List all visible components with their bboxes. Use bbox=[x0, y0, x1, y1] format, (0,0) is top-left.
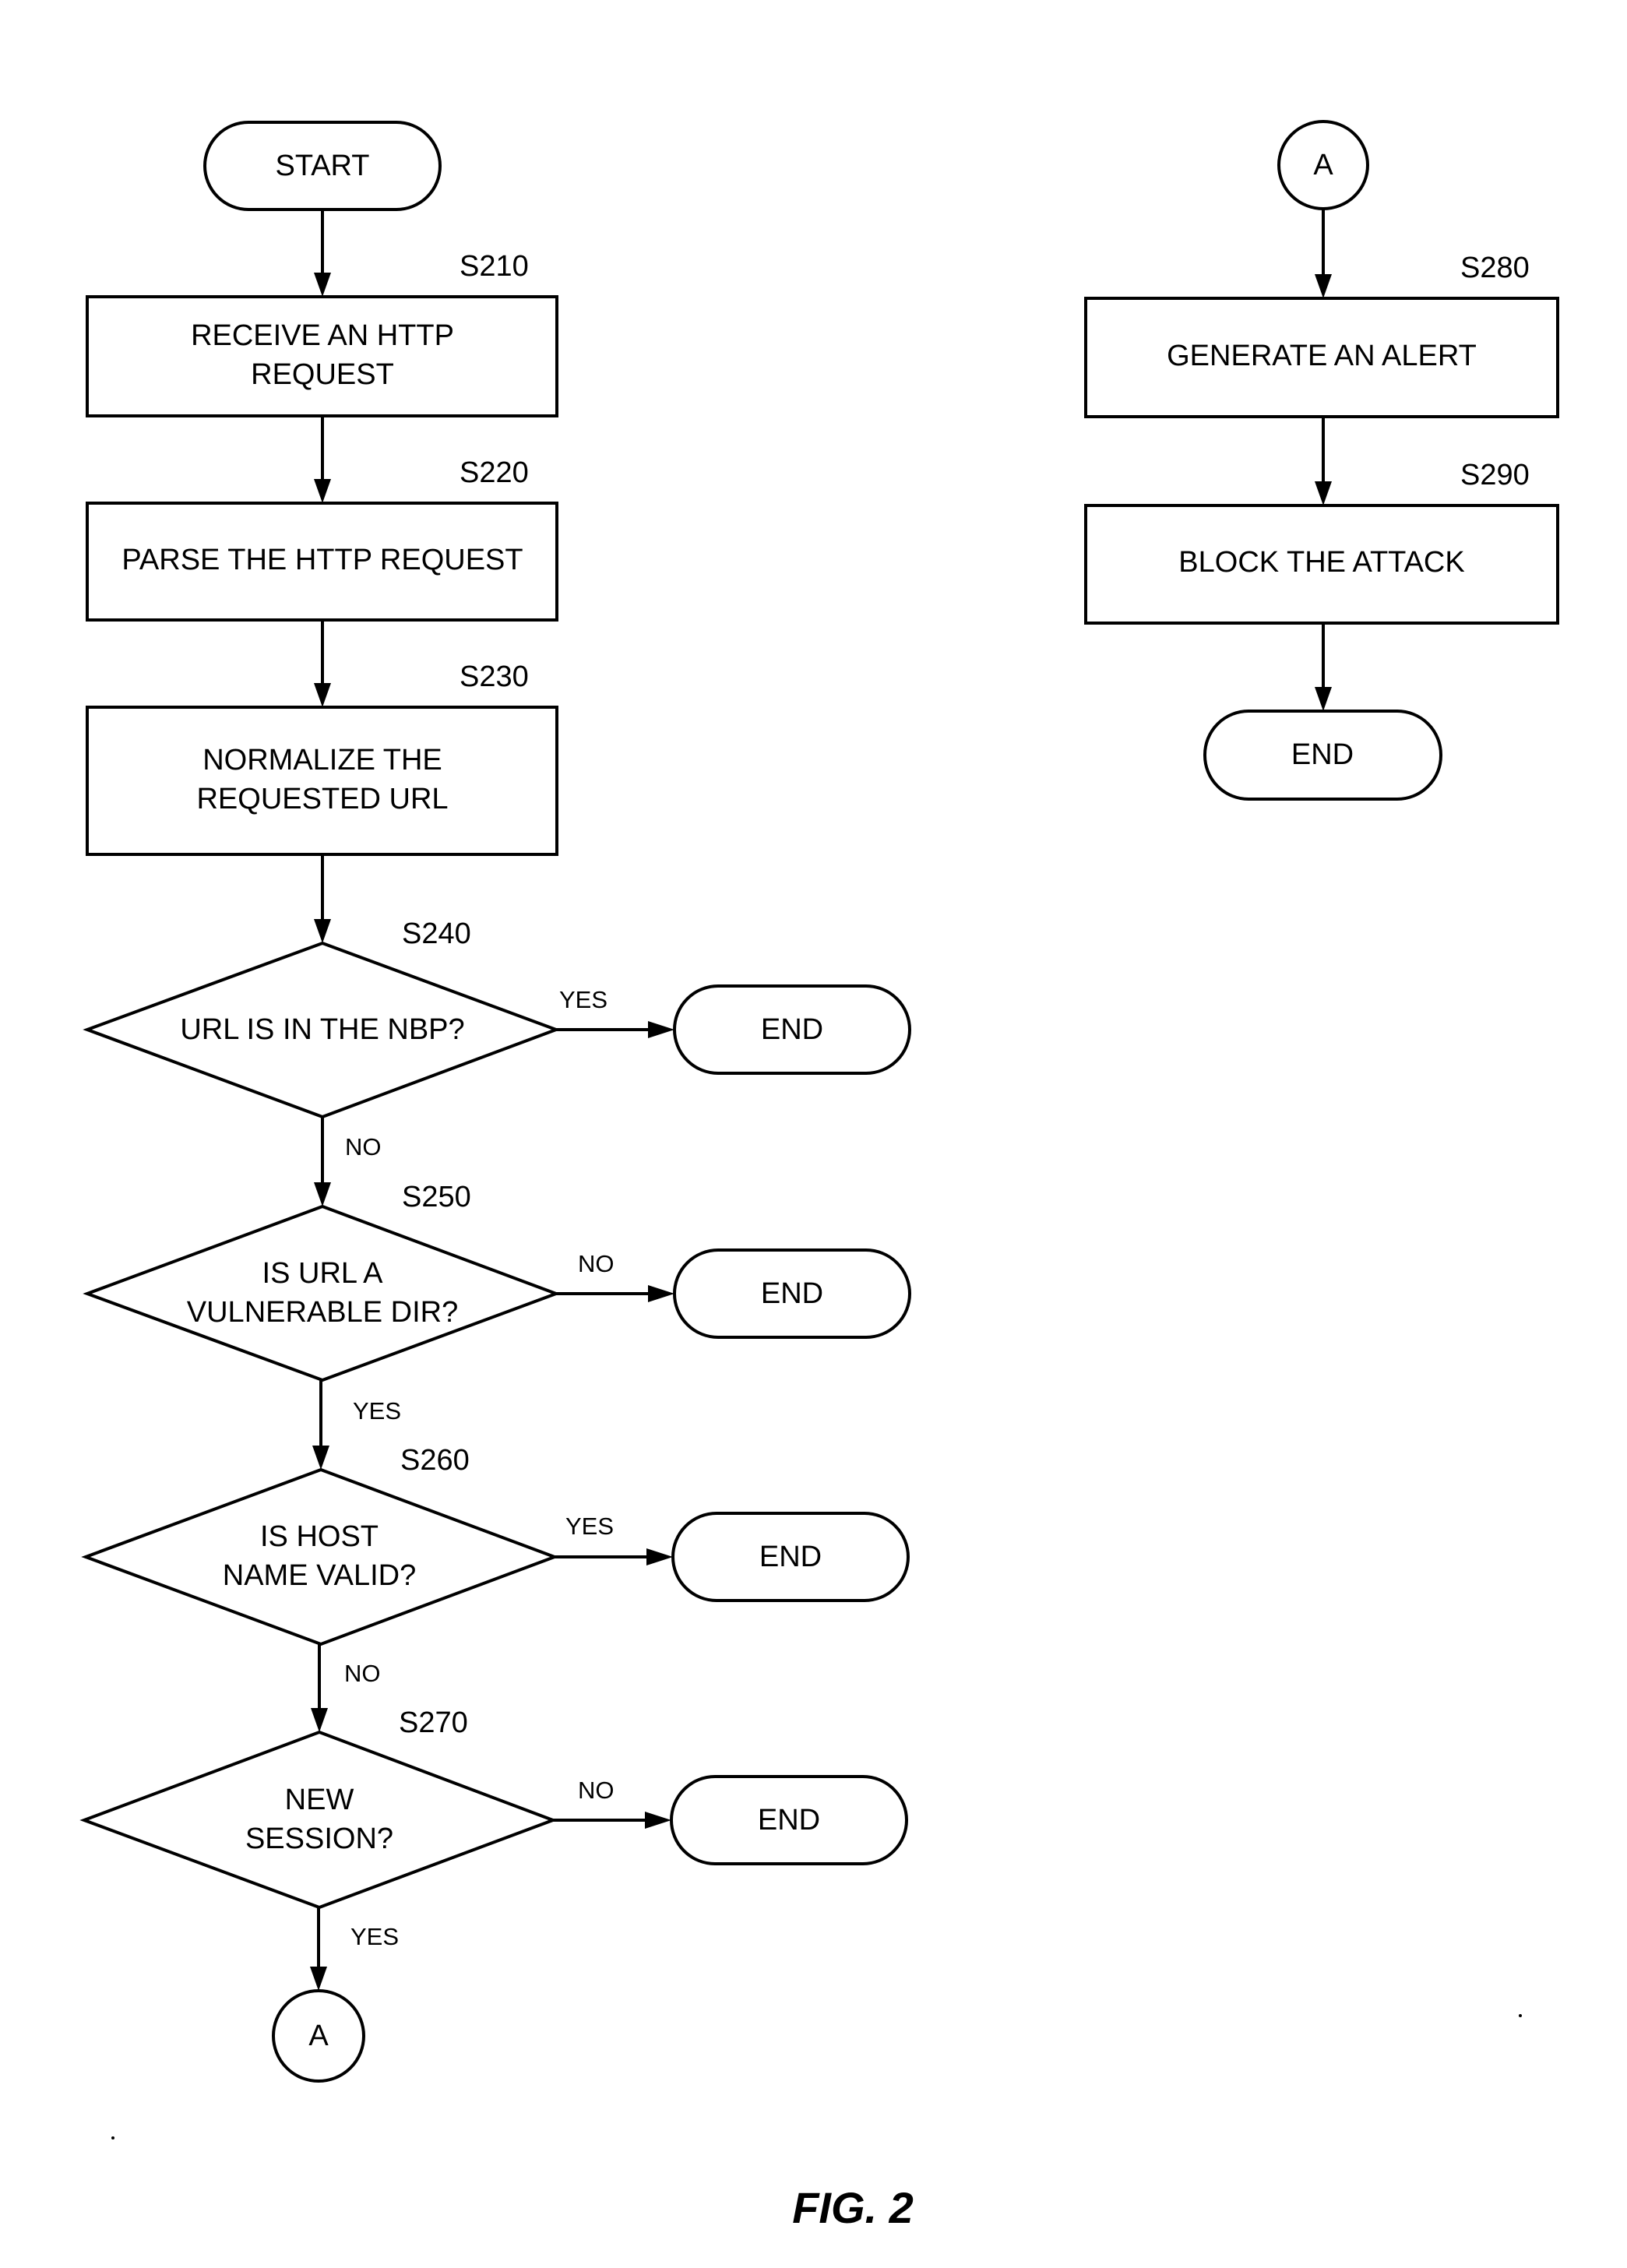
decision-s250-shape bbox=[83, 1204, 561, 1382]
branch-label-s240-down: NO bbox=[345, 1133, 382, 1160]
process-box-s210: RECEIVE AN HTTP REQUEST bbox=[86, 295, 558, 417]
arrow-s250-to-s260 bbox=[312, 1380, 329, 1470]
start-terminal-label: START bbox=[275, 150, 369, 182]
process-text-s220-line1: PARSE THE HTTP REQUEST bbox=[121, 544, 523, 576]
arrow-s230-to-s240 bbox=[314, 854, 331, 943]
end-terminal-s250: END bbox=[673, 1248, 911, 1339]
decision-text-s260-line1: IS HOST bbox=[260, 1520, 379, 1553]
decision-s270-shape bbox=[79, 1730, 558, 1910]
process-text-s280-line1: GENERATE AN ALERT bbox=[1167, 340, 1477, 372]
process-text-s230-line2: REQUESTED URL bbox=[196, 783, 448, 815]
decision-text-s260-line2: NAME VALID? bbox=[223, 1559, 416, 1592]
connector-a-bottom: A bbox=[272, 1989, 365, 2083]
decision-s240: URL IS IN THE NBP? bbox=[83, 941, 561, 1119]
step-id-s210: S210 bbox=[460, 250, 529, 283]
connector-a-top: A bbox=[1277, 120, 1369, 210]
branch-label-s250-down: YES bbox=[353, 1397, 401, 1425]
end-terminal-s240-label: END bbox=[761, 1013, 823, 1046]
process-box-s220: PARSE THE HTTP REQUEST bbox=[86, 502, 558, 622]
arrow-s270-to-end bbox=[553, 1812, 671, 1829]
end-terminal-s250-label: END bbox=[761, 1277, 823, 1310]
step-id-s290: S290 bbox=[1460, 459, 1530, 491]
process-box-s230: NORMALIZE THE REQUESTED URL bbox=[86, 706, 558, 856]
step-id-s230: S230 bbox=[460, 660, 529, 693]
branch-label-s260-down: NO bbox=[344, 1660, 381, 1687]
arrow-s210-to-s220 bbox=[314, 416, 331, 503]
process-text-s230-line1: NORMALIZE THE bbox=[202, 744, 442, 777]
connector-a-top-label: A bbox=[1313, 149, 1333, 181]
process-text-s210-line1: RECEIVE AN HTTP bbox=[191, 319, 454, 352]
process-text-s210-line2: REQUEST bbox=[251, 358, 394, 391]
step-id-s220: S220 bbox=[460, 456, 529, 489]
end-terminal-s260: END bbox=[671, 1512, 910, 1602]
end-terminal-s240: END bbox=[673, 984, 911, 1075]
flowchart-figure: START S210 RECEIVE AN HTTP REQUEST S220 … bbox=[79, 120, 1559, 2232]
end-terminal-s260-label: END bbox=[759, 1541, 822, 1573]
scan-speck bbox=[1519, 2014, 1522, 2017]
step-id-s270: S270 bbox=[399, 1706, 468, 1739]
process-box-s290: BLOCK THE ATTACK bbox=[1084, 504, 1559, 625]
end-terminal-right-label: END bbox=[1291, 738, 1354, 771]
connector-a-bottom-label: A bbox=[308, 2020, 329, 2052]
arrow-connector-to-s280 bbox=[1315, 209, 1332, 298]
process-box-s280: GENERATE AN ALERT bbox=[1084, 297, 1559, 418]
branch-label-s250-right: NO bbox=[578, 1250, 615, 1277]
decision-text-s270-line1: NEW bbox=[285, 1784, 354, 1816]
end-terminal-s270: END bbox=[670, 1775, 908, 1865]
arrow-s260-to-end bbox=[555, 1548, 673, 1565]
decision-s270: NEW SESSION? bbox=[79, 1730, 558, 1910]
branch-label-s270-right: NO bbox=[578, 1777, 615, 1804]
arrow-s240-to-end bbox=[556, 1021, 674, 1038]
arrow-s240-to-s250 bbox=[314, 1117, 331, 1206]
arrow-s220-to-s230 bbox=[314, 620, 331, 707]
decision-s250: IS URL A VULNERABLE DIR? bbox=[83, 1204, 561, 1382]
figure-caption: FIG. 2 bbox=[792, 2183, 914, 2232]
branch-label-s260-right: YES bbox=[565, 1513, 614, 1540]
scan-speck bbox=[111, 2136, 114, 2139]
end-terminal-right: END bbox=[1203, 710, 1442, 801]
step-id-s260: S260 bbox=[400, 1444, 470, 1477]
process-box-s230-shape bbox=[86, 706, 558, 856]
start-terminal: START bbox=[203, 121, 442, 211]
branch-label-s270-down: YES bbox=[350, 1923, 399, 1950]
arrow-start-to-s210 bbox=[314, 210, 331, 297]
branch-label-s240-right: YES bbox=[559, 986, 607, 1013]
arrow-s270-to-connector bbox=[310, 1907, 327, 1991]
arrow-s280-to-s290 bbox=[1315, 417, 1332, 505]
decision-text-s250-line2: VULNERABLE DIR? bbox=[187, 1296, 458, 1329]
process-text-s290-line1: BLOCK THE ATTACK bbox=[1178, 546, 1464, 579]
step-id-s280: S280 bbox=[1460, 252, 1530, 284]
step-id-s240: S240 bbox=[402, 917, 471, 950]
arrow-s290-to-end bbox=[1315, 623, 1332, 711]
decision-s260: IS HOST NAME VALID? bbox=[81, 1467, 559, 1646]
process-box-s210-shape bbox=[86, 295, 558, 417]
decision-s260-shape bbox=[81, 1467, 559, 1646]
decision-text-s250-line1: IS URL A bbox=[262, 1257, 384, 1290]
decision-text-s240: URL IS IN THE NBP? bbox=[180, 1013, 464, 1046]
end-terminal-s270-label: END bbox=[758, 1804, 820, 1837]
arrow-s250-to-end bbox=[556, 1285, 674, 1302]
step-id-s250: S250 bbox=[402, 1181, 471, 1213]
decision-text-s270-line2: SESSION? bbox=[245, 1822, 393, 1855]
arrow-s260-to-s270 bbox=[311, 1644, 328, 1732]
